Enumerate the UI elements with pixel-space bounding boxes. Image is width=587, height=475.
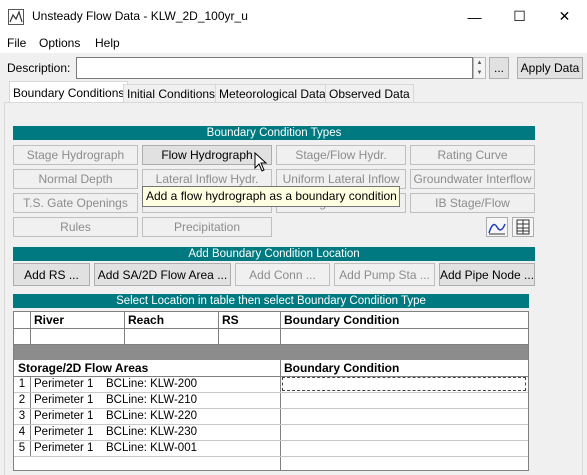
mouse-cursor-icon bbox=[254, 152, 268, 172]
plot-icon[interactable] bbox=[486, 217, 508, 237]
title-bar: Unsteady Flow Data - KLW_2D_100yr_u — ☐ … bbox=[0, 0, 587, 33]
row-bcline: BCLine: KLW-220 bbox=[106, 410, 197, 422]
row-bcline: BCLine: KLW-230 bbox=[106, 426, 197, 438]
rating-curve-button[interactable]: Rating Curve bbox=[410, 145, 535, 165]
description-label: Description: bbox=[7, 61, 71, 75]
ts-gate-openings-button[interactable]: T.S. Gate Openings bbox=[13, 193, 138, 213]
grid-separator bbox=[14, 345, 528, 360]
row-bc-cell-selected[interactable] bbox=[282, 377, 526, 391]
menu-help[interactable]: Help bbox=[95, 36, 120, 50]
row-area: Perimeter 1 bbox=[34, 442, 94, 454]
stage-hydrograph-button[interactable]: Stage Hydrograph bbox=[13, 145, 138, 165]
row-number: 3 bbox=[18, 410, 26, 422]
col-reach[interactable]: Reach bbox=[125, 313, 164, 328]
row-number: 2 bbox=[18, 394, 26, 406]
grid-line bbox=[14, 328, 528, 329]
hec-ras-app-icon bbox=[8, 9, 24, 25]
apply-data-button[interactable]: Apply Data bbox=[517, 57, 583, 79]
spin-down-icon[interactable]: ▼ bbox=[474, 68, 485, 78]
col-storage-boundary-condition[interactable]: Boundary Condition bbox=[281, 361, 399, 376]
spin-up-icon[interactable]: ▲ bbox=[474, 58, 485, 68]
tab-boundary-conditions[interactable]: Boundary Conditions bbox=[9, 81, 129, 104]
row-number: 4 bbox=[18, 426, 26, 438]
row-area: Perimeter 1 bbox=[34, 410, 94, 422]
close-button[interactable]: ✕ bbox=[542, 0, 587, 33]
row-number: 5 bbox=[18, 442, 26, 454]
row-area: Perimeter 1 bbox=[34, 426, 94, 438]
tab-initial-conditions[interactable]: Initial Conditions bbox=[123, 84, 220, 103]
add-location-header: Add Boundary Condition Location bbox=[13, 247, 535, 261]
add-sa-2d-flow-area-button[interactable]: Add SA/2D Flow Area ... bbox=[94, 263, 231, 286]
grid-line bbox=[14, 456, 528, 457]
menu-options[interactable]: Options bbox=[39, 36, 80, 50]
stage-flow-hydr-button[interactable]: Stage/Flow Hydr. bbox=[276, 145, 406, 165]
add-conn-button[interactable]: Add Conn ... bbox=[235, 263, 330, 286]
add-rs-button[interactable]: Add RS ... bbox=[13, 263, 90, 286]
normal-depth-button[interactable]: Normal Depth bbox=[13, 169, 138, 189]
description-input[interactable] bbox=[76, 57, 473, 79]
minimize-button[interactable]: — bbox=[452, 0, 497, 33]
tooltip: Add a flow hydrograph as a boundary cond… bbox=[142, 186, 400, 207]
menu-bar: File Options Help bbox=[0, 33, 587, 53]
col-storage-areas[interactable]: Storage/2D Flow Areas bbox=[15, 361, 148, 376]
col-boundary-condition[interactable]: Boundary Condition bbox=[281, 313, 399, 328]
add-pump-sta-button[interactable]: Add Pump Sta ... bbox=[334, 263, 435, 286]
row-bcline: BCLine: KLW-001 bbox=[106, 442, 197, 454]
grid-line bbox=[30, 377, 31, 456]
row-bcline: BCLine: KLW-200 bbox=[106, 378, 197, 390]
table-header: Select Location in table then select Bou… bbox=[13, 294, 529, 308]
rules-button[interactable]: Rules bbox=[13, 217, 138, 237]
row-area: Perimeter 1 bbox=[34, 378, 94, 390]
precipitation-button[interactable]: Precipitation bbox=[142, 217, 272, 237]
maximize-button[interactable]: ☐ bbox=[497, 0, 542, 33]
tab-meteorological-data[interactable]: Meteorological Data bbox=[215, 84, 330, 103]
window-title: Unsteady Flow Data - KLW_2D_100yr_u bbox=[32, 9, 248, 23]
table-icon[interactable] bbox=[512, 217, 534, 237]
add-pipe-node-button[interactable]: Add Pipe Node ... bbox=[439, 263, 535, 286]
row-bcline: BCLine: KLW-210 bbox=[106, 394, 197, 406]
bc-types-header: Boundary Condition Types bbox=[13, 126, 535, 140]
col-river[interactable]: River bbox=[31, 313, 64, 328]
col-rs[interactable]: RS bbox=[219, 313, 239, 328]
groundwater-interflow-button[interactable]: Groundwater Interflow bbox=[410, 169, 535, 189]
menu-file[interactable]: File bbox=[7, 36, 26, 50]
flow-hydrograph-button[interactable]: Flow Hydrograph bbox=[142, 145, 272, 165]
ib-stage-flow-button[interactable]: IB Stage/Flow bbox=[410, 193, 535, 213]
description-ellipsis-button[interactable]: ... bbox=[489, 57, 509, 79]
description-spinner[interactable]: ▲ ▼ bbox=[473, 57, 486, 79]
row-number: 1 bbox=[18, 378, 26, 390]
row-area: Perimeter 1 bbox=[34, 394, 94, 406]
tab-observed-data[interactable]: Observed Data bbox=[325, 84, 414, 103]
